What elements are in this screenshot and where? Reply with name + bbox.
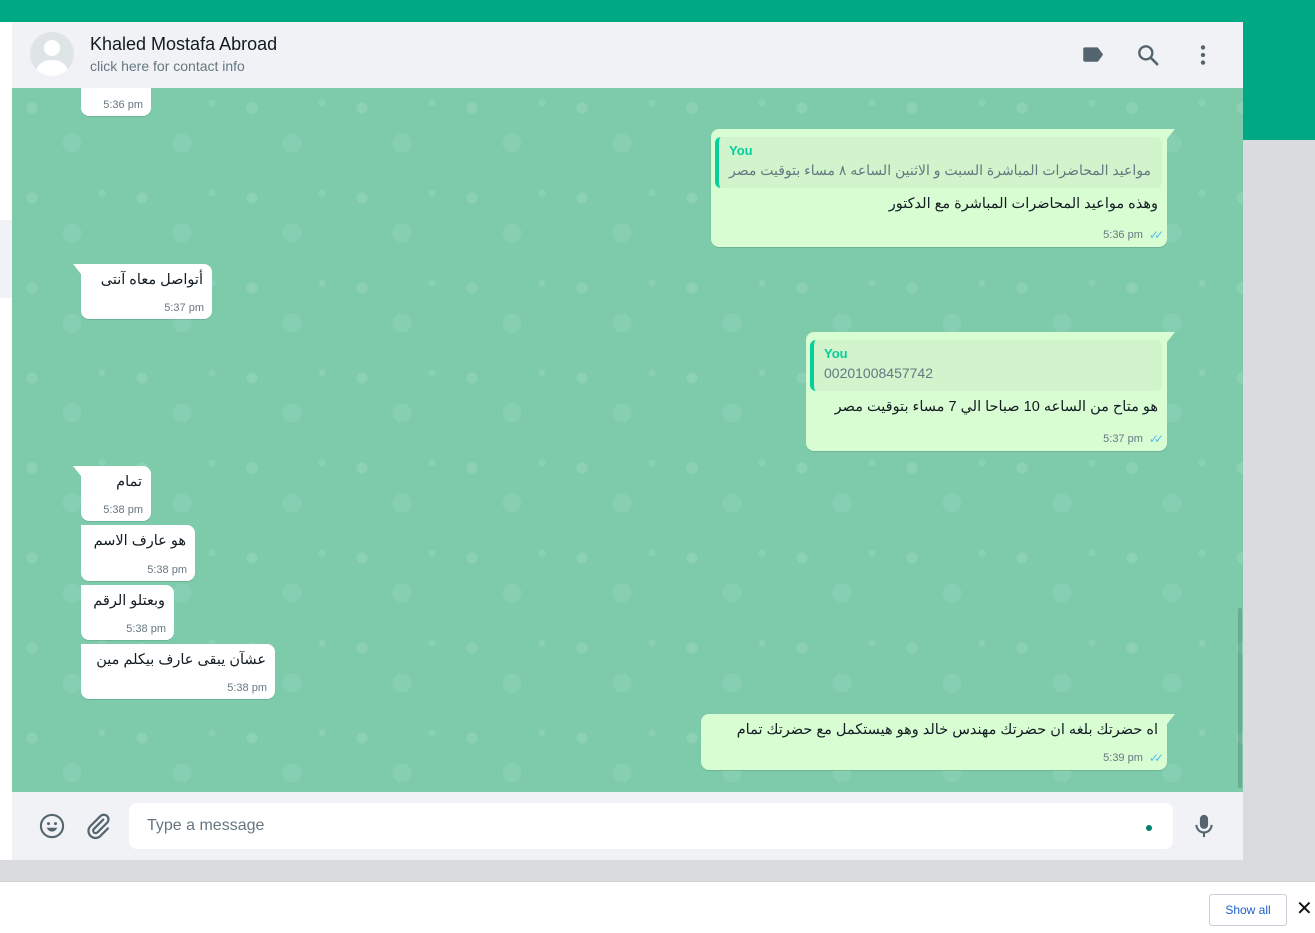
message-time: 5:36 pm [1103,229,1143,241]
message-meta: 5:38 pm [147,564,187,576]
message-meta: 5:38 pm [103,504,143,516]
message-text: اه حضرتك بلغه ان حضرتك مهندس خالد وهو هي… [736,722,1158,738]
close-icon[interactable]: ✕ [1296,898,1314,920]
message-time: 5:37 pm [164,302,204,314]
message-meta: 5:37 pm [164,302,204,314]
scrollbar[interactable] [1238,608,1242,788]
quote-text: مواعيد المحاضرات المباشرة السبت و الاثني… [729,162,1151,178]
message-text: وهذه مواعيد المحاضرات المباشرة مع الدكتو… [888,196,1158,212]
contact-info-hint[interactable]: click here for contact info [90,58,245,74]
message-text: وبعتلو الرقم [93,593,165,609]
message-bubble[interactable]: You مواعيد المحاضرات المباشرة السبت و ال… [711,129,1175,247]
show-all-button[interactable]: Show all [1209,894,1287,926]
quote-author: You [729,143,753,158]
right-accent-strip [1243,22,1315,140]
quoted-message[interactable]: You 00201008457742 [810,340,1162,391]
downloads-bar: Show all ✕ [0,881,1315,933]
message-text: عشآن يبقى عارف بيكلم مين [96,652,266,668]
quote-text: 00201008457742 [824,365,934,381]
selected-chat-item[interactable] [0,220,12,298]
message-input[interactable] [129,803,1173,849]
read-ticks-icon: ✓✓ [1148,751,1164,765]
message-text: هو متاح من الساعه 10 صباحا الي 7 مساء بت… [834,399,1158,415]
message-bubble[interactable]: اه حضرتك بلغه ان حضرتك مهندس خالد وهو هي… [701,714,1175,770]
attach-icon[interactable] [84,812,112,840]
message-bubble[interactable]: عشآن يبقى عارف بيكلم مين 5:38 pm [81,644,275,699]
message-text: هو عارف الاسم [93,533,186,549]
emoji-icon[interactable] [38,812,66,840]
avatar-head [44,40,60,56]
contact-name[interactable]: Khaled Mostafa Abroad [90,34,277,55]
message-bubble[interactable]: أتواصل معاه آنتى 5:37 pm [73,264,212,319]
quote-author: You [824,346,848,361]
message-meta: 5:39 pm ✓✓ [1103,751,1164,765]
mic-icon[interactable] [1190,812,1218,840]
chat-panel: Khaled Mostafa Abroad click here for con… [12,22,1243,860]
message-time: 5:36 pm [103,99,143,111]
message-time: 5:38 pm [103,504,143,516]
message-time: 5:38 pm [126,623,166,635]
message-time: 5:38 pm [147,564,187,576]
message-time: 5:38 pm [227,682,267,694]
message-bubble[interactable]: You 00201008457742 هو متاح من الساعه 10 … [806,332,1175,451]
message-meta: 5:36 pm ✓✓ [1103,228,1164,242]
chat-header[interactable]: Khaled Mostafa Abroad click here for con… [12,22,1243,89]
quoted-message[interactable]: You مواعيد المحاضرات المباشرة السبت و ال… [715,137,1162,188]
message-bubble[interactable]: هو عارف الاسم 5:38 pm [81,525,195,581]
message-bubble[interactable]: 5:36 pm [81,88,151,116]
read-ticks-icon: ✓✓ [1148,228,1164,242]
message-text: أتواصل معاه آنتى [100,272,203,288]
top-accent-bar [0,0,1315,22]
input-status-dot [1146,825,1152,831]
label-icon[interactable] [1080,42,1106,68]
message-meta: 5:36 pm [103,99,143,111]
compose-bar [12,792,1243,860]
search-icon[interactable] [1135,42,1161,68]
message-bubble[interactable]: تمام 5:38 pm [73,466,151,521]
message-meta: 5:37 pm ✓✓ [1103,432,1164,446]
message-bubble[interactable]: وبعتلو الرقم 5:38 pm [81,585,174,640]
avatar-body [36,60,68,76]
message-meta: 5:38 pm [126,623,166,635]
menu-icon[interactable] [1190,42,1216,68]
message-time: 5:39 pm [1103,752,1143,764]
message-time: 5:37 pm [1103,433,1143,445]
message-meta: 5:38 pm [227,682,267,694]
avatar[interactable] [30,32,74,76]
message-area[interactable]: 5:36 pm You مواعيد المحاضرات المباشرة ال… [12,88,1243,792]
read-ticks-icon: ✓✓ [1148,432,1164,446]
right-background [1243,140,1315,881]
message-text: تمام [116,474,142,490]
